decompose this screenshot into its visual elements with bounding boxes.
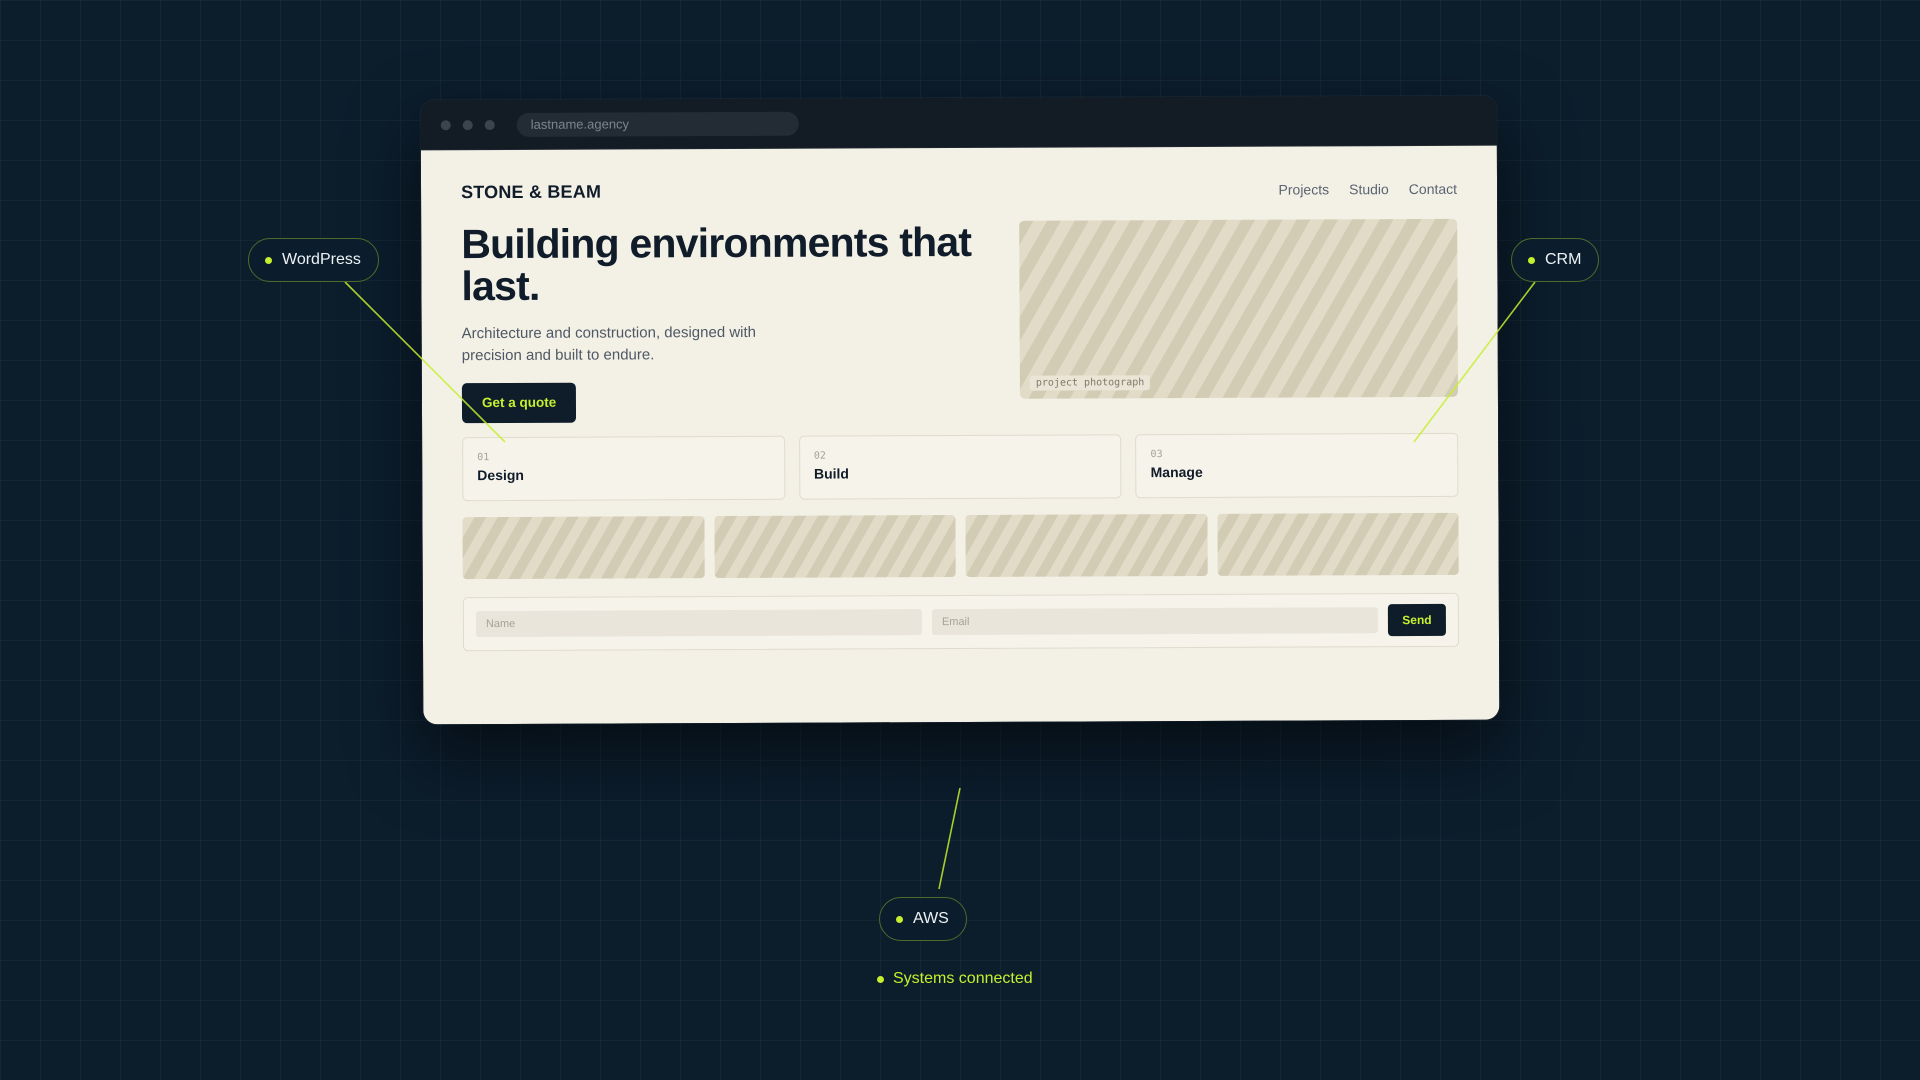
aws-pill[interactable]: AWS [879,897,967,941]
crm-label: CRM [1545,251,1582,268]
get-quote-button[interactable]: Get a quote [461,382,577,424]
send-button[interactable]: Send [1387,603,1446,637]
email-input[interactable] [931,607,1378,636]
aws-label: AWS [913,910,949,927]
service-number: 02 [813,450,826,462]
gallery-tile[interactable] [1216,512,1459,576]
hero-section: Building environments that last. Archite… [461,218,1458,424]
service-name: Build [813,465,849,482]
status-dot-icon [265,256,272,264]
service-name: Manage [1150,463,1203,481]
gallery-row [462,512,1459,580]
service-card-design[interactable]: 01 Design [462,435,786,502]
site-header: STONE & BEAM Projects Studio Contact [461,146,1457,203]
services-row: 01 Design 02 Build 03 Manage [462,432,1459,502]
nav-link-studio[interactable]: Studio [1349,181,1389,197]
wordpress-pill[interactable]: WordPress [248,238,379,282]
contact-form: Send [462,592,1460,652]
project-photo-placeholder: project photograph [1019,218,1458,399]
service-card-build[interactable]: 02 Build [798,434,1122,500]
status-dot-icon [896,915,903,923]
hero-subtext: Architecture and construction, designed … [461,323,757,365]
hero-copy: Building environments that last. Archite… [461,218,1002,424]
window-dot-icon[interactable] [440,119,451,130]
service-card-manage[interactable]: 03 Manage [1135,432,1459,499]
wordpress-label: WordPress [282,251,361,268]
website-page: STONE & BEAM Projects Studio Contact Bui… [420,145,1500,725]
hero-headline: Building environments that last. [461,218,972,310]
gallery-tile[interactable] [462,516,705,580]
nav-link-contact[interactable]: Contact [1409,180,1457,196]
service-number: 03 [1150,449,1163,461]
site-logo[interactable]: STONE & BEAM [461,182,601,204]
connection-status: Systems connected [877,970,1033,988]
crm-pill[interactable]: CRM [1511,238,1600,282]
photo-label: project photograph [1029,375,1151,391]
window-dot-icon[interactable] [484,119,495,130]
window-dot-icon[interactable] [462,119,473,130]
gallery-tile[interactable] [713,515,956,579]
nav-link-projects[interactable]: Projects [1278,181,1329,197]
service-name: Design [477,466,525,484]
aws-connector [938,787,961,890]
browser-window: lastname.agency STONE & BEAM Projects St… [420,95,1500,725]
name-input[interactable] [475,609,922,638]
status-dot-icon [877,975,884,983]
site-nav: Projects Studio Contact [1278,180,1457,197]
browser-chrome: lastname.agency [420,95,1497,151]
gallery-tile[interactable] [965,513,1208,577]
status-label: Systems connected [893,970,1033,987]
status-dot-icon [1528,256,1535,264]
url-bar[interactable]: lastname.agency [516,111,799,137]
service-number: 01 [477,452,490,464]
